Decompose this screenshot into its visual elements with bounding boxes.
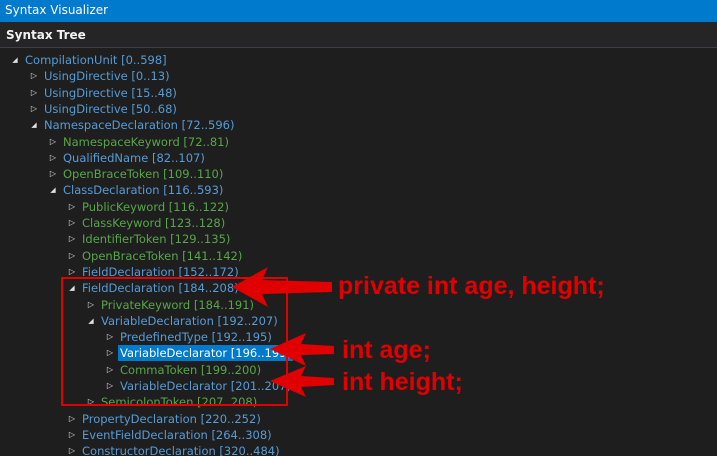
- annotation-age-text: int age;: [342, 336, 431, 364]
- arrow-age-icon: [270, 333, 334, 366]
- arrow-field-icon: [232, 267, 332, 307]
- arrow-height-icon: [270, 366, 334, 397]
- annotation-height-text: int height;: [342, 368, 463, 396]
- annotation-field-text: private int age, height;: [338, 272, 605, 300]
